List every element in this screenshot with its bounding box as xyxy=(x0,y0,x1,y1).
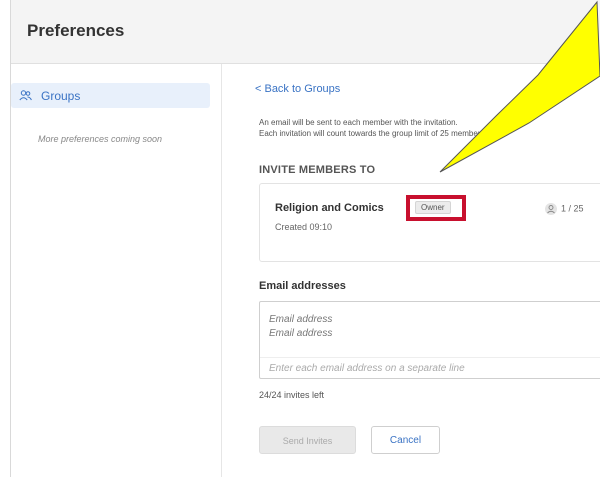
group-name: Religion and Comics xyxy=(275,202,384,214)
sidebar-item-label: Groups xyxy=(41,89,81,103)
coming-soon-note: More preferences coming soon xyxy=(38,134,163,144)
invite-notice: An email will be sent to each member wit… xyxy=(259,117,487,139)
header: Preferences xyxy=(11,0,600,64)
member-count-value: 1 / 25 xyxy=(561,203,584,214)
sidebar: Groups More preferences coming soon xyxy=(11,64,222,477)
sidebar-item-groups[interactable]: Groups xyxy=(11,83,210,108)
email-entry: Email address xyxy=(269,314,333,325)
notice-line: Each invitation will count towards the g… xyxy=(259,129,487,138)
group-card: Religion and Comics Owner Created 09:10 … xyxy=(259,183,600,262)
invites-left: 24/24 invites left xyxy=(259,390,325,400)
main-content: < Back to Groups An email will be sent t… xyxy=(251,64,600,477)
user-icon xyxy=(545,203,557,215)
section-heading: INVITE MEMBERS TO xyxy=(259,164,376,176)
send-invites-button[interactable]: Send Invites xyxy=(259,426,356,454)
group-created: Created 09:10 xyxy=(275,222,333,232)
preferences-window: Preferences Groups More preferences comi… xyxy=(10,0,600,477)
email-placeholder: Enter each email address on a separate l… xyxy=(269,363,465,374)
users-icon xyxy=(19,90,32,101)
member-count: 1 / 25 xyxy=(545,203,584,215)
cancel-button[interactable]: Cancel xyxy=(371,426,440,454)
email-heading: Email addresses xyxy=(259,280,346,292)
email-entry: Email address xyxy=(269,328,333,339)
highlight-box xyxy=(406,195,466,221)
page-title: Preferences xyxy=(27,21,125,40)
email-textarea[interactable]: Email address Email address Enter each e… xyxy=(259,301,600,379)
back-to-groups-link[interactable]: < Back to Groups xyxy=(255,83,340,95)
notice-line: An email will be sent to each member wit… xyxy=(259,118,458,127)
divider xyxy=(260,357,600,358)
